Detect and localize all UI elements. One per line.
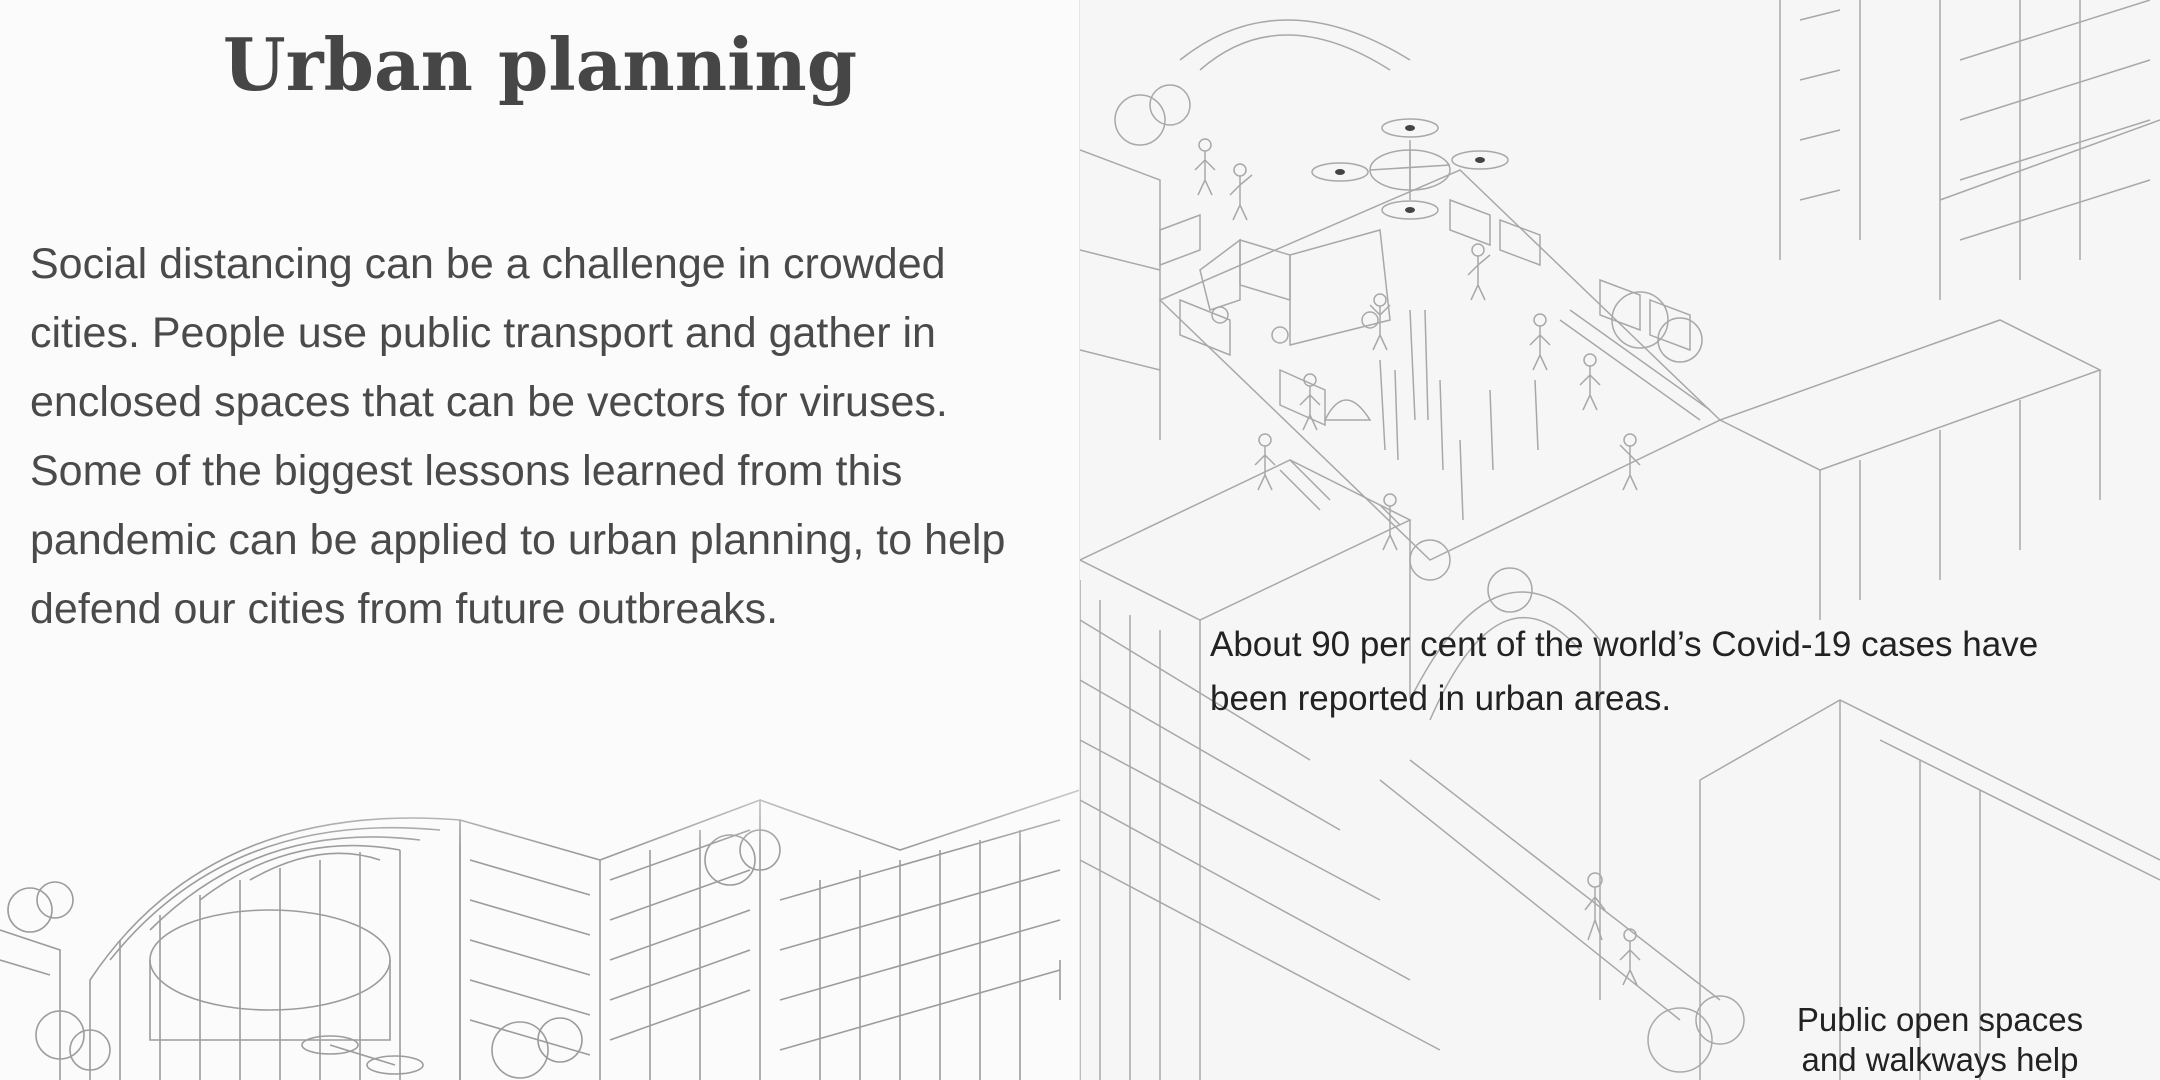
- construction-site-illustration: [1080, 0, 2160, 1080]
- city-buildings-illustration: [0, 720, 1080, 1080]
- right-panel: About 90 per cent of the world’s Covid-1…: [1080, 0, 2160, 1080]
- covid-urban-fact: About 90 per cent of the world’s Covid-1…: [1210, 625, 2039, 718]
- open-spaces-caption: Public open spaces and walkways help: [1796, 1001, 2084, 1078]
- left-panel: Urban planning Social distancing can be …: [0, 0, 1080, 1080]
